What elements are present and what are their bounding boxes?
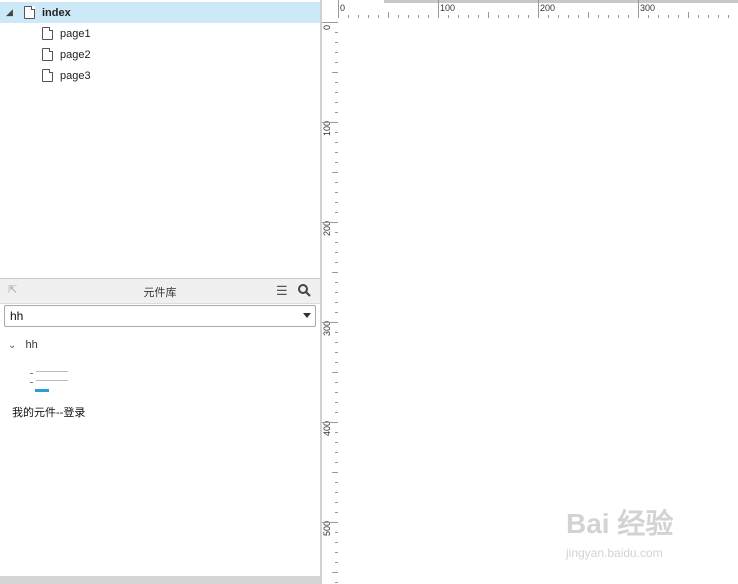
left-panel: ◢ index page1 page2 page3 ⇱ 元件库 ☰ hh ⌄ h… [0, 0, 320, 584]
thumb-button [35, 389, 49, 392]
ruler-vertical: 0 100 200 300 400 500 [322, 18, 339, 584]
widget-label[interactable]: 我的元件--登录 [12, 404, 85, 420]
ruler-label-v: 300 [322, 320, 332, 336]
ruler-label-h: 300 [640, 3, 656, 13]
page-item-label: page3 [60, 69, 91, 82]
page-item-page3[interactable]: page3 [0, 65, 320, 86]
ruler-label-h: 200 [540, 3, 556, 13]
ruler-label-h: 100 [440, 3, 456, 13]
library-select[interactable]: hh [4, 305, 316, 327]
ruler-label-v: 200 [322, 220, 332, 236]
page-item-index[interactable]: ◢ index [0, 2, 320, 23]
pages-panel: ◢ index page1 page2 page3 [0, 0, 320, 279]
ruler-label-h: 0 [340, 3, 346, 13]
page-item-page1[interactable]: page1 [0, 23, 320, 44]
ruler-tick [322, 522, 338, 523]
group-label: hh [25, 339, 38, 351]
hamburger-menu-icon[interactable]: ☰ [276, 283, 288, 299]
chevron-down-icon: ⌄ [8, 340, 17, 351]
document-icon [42, 48, 53, 61]
ruler-horizontal: 0 100 200 300 [322, 0, 738, 18]
page-item-page2[interactable]: page2 [0, 44, 320, 65]
page-item-label: index [42, 6, 71, 19]
thumb-line [36, 380, 68, 381]
ruler-tick [538, 0, 539, 18]
library-header: ⇱ 元件库 ☰ [0, 279, 320, 304]
ruler-tick [322, 222, 338, 223]
ruler-tick [322, 422, 338, 423]
library-group-hh[interactable]: ⌄ hh [8, 339, 38, 351]
ruler-label-v: 100 [322, 120, 332, 136]
magnifier-icon[interactable] [298, 284, 311, 302]
ruler-tick [322, 122, 338, 123]
ruler-label-v: 400 [322, 420, 332, 436]
thumb-dash [30, 373, 33, 374]
document-icon [42, 69, 53, 82]
library-select-value: hh [10, 309, 24, 323]
thumb-dash [30, 382, 33, 383]
ruler-label-v: 500 [322, 520, 332, 536]
library-title: 元件库 [143, 287, 177, 299]
caret-down-icon [303, 313, 311, 318]
ruler-label-v: 0 [322, 24, 332, 30]
ruler-tick [438, 0, 439, 18]
ruler-tick [638, 0, 639, 18]
document-icon [42, 27, 53, 40]
watermark: Bai 经验 [566, 508, 674, 539]
thumb-line [36, 371, 68, 372]
document-icon [24, 6, 35, 19]
panel-bottom-bar [0, 576, 320, 584]
watermark-url: jingyan.baidu.com [566, 546, 663, 560]
ruler-tick [338, 0, 339, 18]
page-item-label: page1 [60, 27, 91, 40]
design-canvas[interactable] [338, 18, 738, 584]
ruler-tick [322, 22, 338, 23]
page-item-label: page2 [60, 48, 91, 61]
triangle-down-icon[interactable]: ◢ [6, 7, 13, 18]
widget-thumbnail[interactable] [30, 368, 72, 396]
ruler-tick [322, 322, 338, 323]
